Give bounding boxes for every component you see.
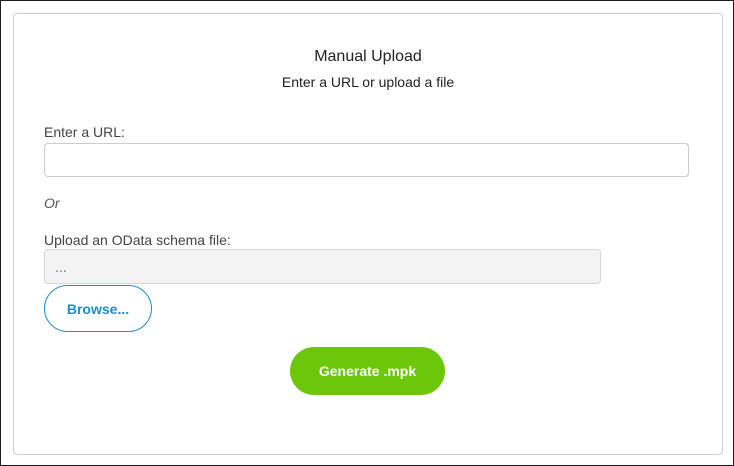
file-upload-label: Upload an OData schema file: [44,232,231,248]
browse-button[interactable]: Browse... [44,285,152,332]
manual-upload-panel: Manual Upload Enter a URL or upload a fi… [13,13,723,455]
page-subtitle: Enter a URL or upload a file [281,74,455,90]
url-input[interactable] [44,143,689,177]
file-path-field[interactable] [44,249,601,284]
generate-mpk-button[interactable]: Generate .mpk [290,347,445,395]
page-title: Manual Upload [314,48,422,65]
window-frame: Manual Upload Enter a URL or upload a fi… [0,0,734,466]
or-separator: Or [44,195,60,211]
url-label: Enter a URL: [44,124,125,140]
